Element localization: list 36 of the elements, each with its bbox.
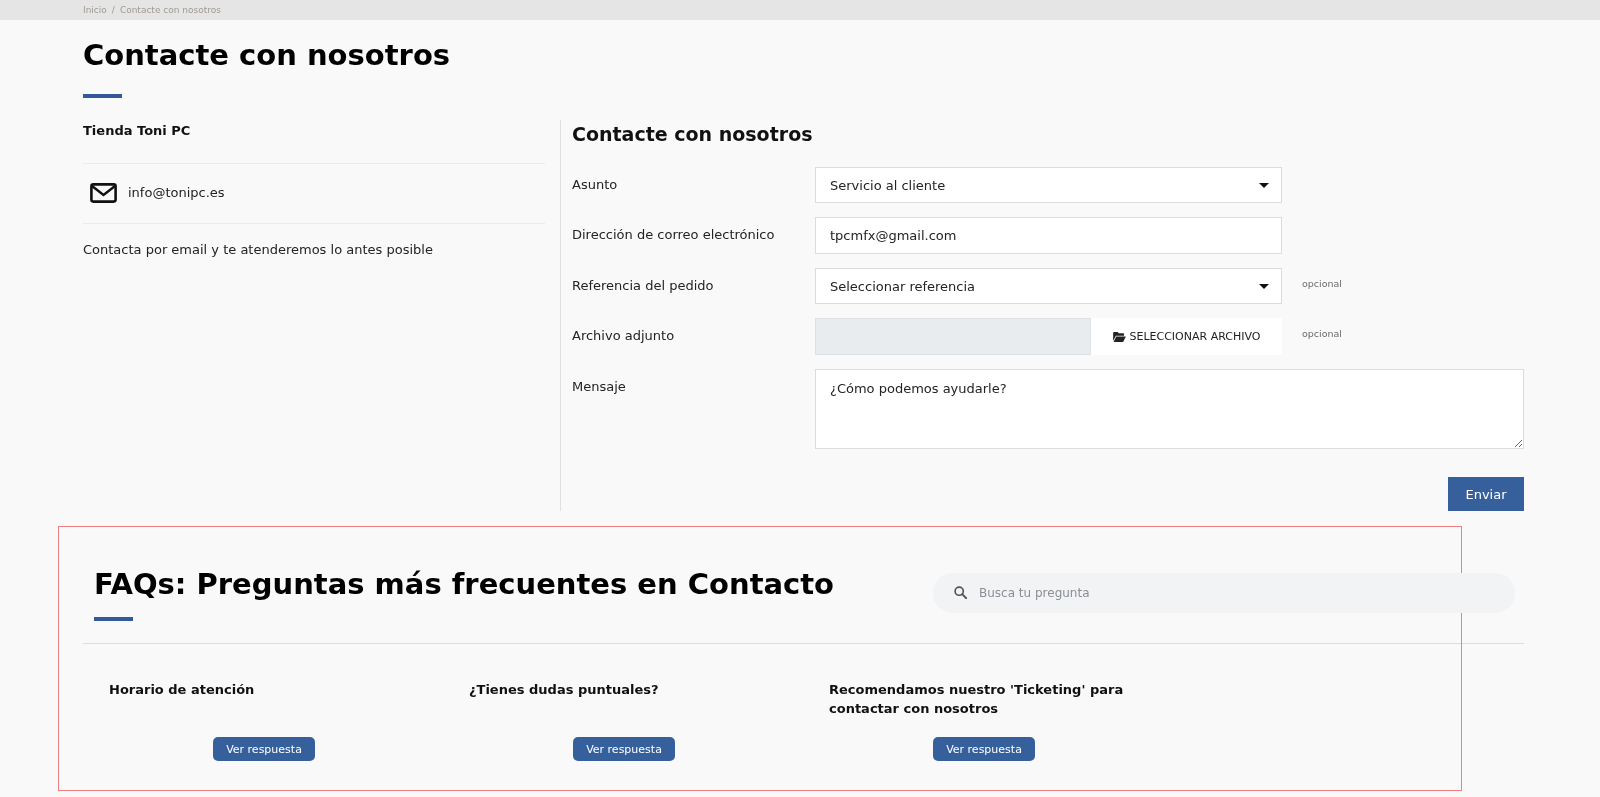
answer-button[interactable]: Ver respuesta bbox=[573, 737, 675, 761]
field-label: Archivo adjunto bbox=[572, 327, 675, 345]
message-textarea[interactable]: ¿Cómo podemos ayudarle? bbox=[815, 369, 1524, 449]
caret-icon bbox=[1259, 182, 1269, 188]
question-title: Horario de atención bbox=[109, 681, 255, 699]
folder-icon bbox=[1112, 331, 1126, 342]
title-accent-bar bbox=[94, 617, 133, 621]
form-title: Contacte con nosotros bbox=[572, 122, 813, 146]
question-title: Recomendamos nuestro 'Ticketing' para contactar con nosotros bbox=[829, 681, 1125, 718]
contact-note: Contacta por email y te atenderemos lo antes posible bbox=[83, 241, 433, 259]
envelope-icon bbox=[90, 183, 117, 203]
submit-button[interactable]: Enviar bbox=[1448, 477, 1524, 511]
field-label: Dirección de correo electrónico bbox=[572, 226, 775, 244]
optional-hint: opcional bbox=[1302, 327, 1342, 339]
breadcrumb-separator: / bbox=[111, 5, 115, 15]
store-name: Tienda Toni PC bbox=[83, 122, 191, 140]
store-email: info@tonipc.es bbox=[128, 184, 225, 202]
faq-title: FAQs: Preguntas más frecuentes en Contacto bbox=[94, 567, 835, 601]
page-title: Contacte con nosotros bbox=[83, 37, 451, 73]
field-label: Referencia del pedido bbox=[572, 277, 714, 295]
file-name-field[interactable] bbox=[815, 318, 1091, 355]
choose-file-button[interactable]: SELECCIONAR ARCHIVO bbox=[1091, 318, 1282, 355]
field-label: Asunto bbox=[572, 176, 618, 194]
answer-button[interactable]: Ver respuesta bbox=[213, 737, 315, 761]
optional-hint: opcional bbox=[1302, 277, 1342, 289]
search-field[interactable]: Busca tu pregunta bbox=[933, 573, 1515, 613]
title-accent-bar bbox=[83, 94, 122, 98]
search-icon bbox=[954, 586, 967, 599]
breadcrumb-current: Contacte con nosotros bbox=[119, 5, 221, 15]
field-label: Mensaje bbox=[572, 378, 626, 396]
answer-button[interactable]: Ver respuesta bbox=[933, 737, 1035, 761]
question-title: ¿Tienes dudas puntuales? bbox=[469, 681, 659, 699]
caret-icon bbox=[1259, 283, 1269, 289]
dropdown[interactable]: Seleccionar referencia bbox=[815, 268, 1282, 304]
dropdown[interactable]: Servicio al cliente bbox=[815, 167, 1282, 203]
email-input[interactable]: tpcmfx@gmail.com bbox=[815, 217, 1282, 254]
